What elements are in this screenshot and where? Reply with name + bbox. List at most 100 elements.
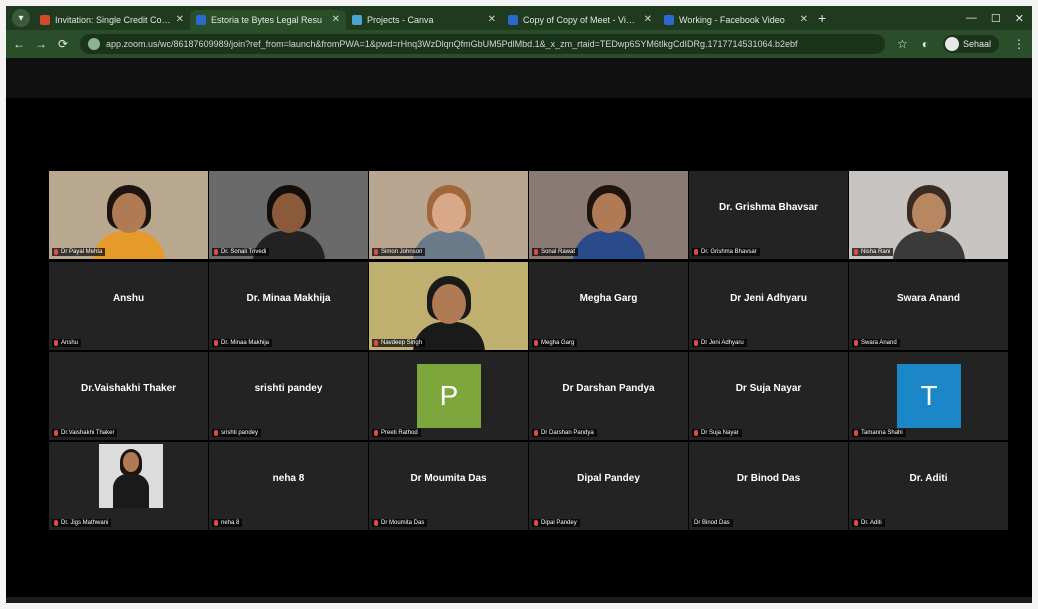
participant-name: Dr Jeni Adhyaru: [701, 340, 744, 346]
participant-tile[interactable]: Dr. Aditi Dr. Aditi: [849, 442, 1008, 530]
participant-name: Dr Payal Mehta: [61, 249, 103, 255]
muted-mic-icon: [694, 430, 698, 436]
participant-name-label: Dr. Jigs Mathwani: [52, 519, 112, 527]
participant-tile[interactable]: Dr Suja Nayar Dr Suja Nayar: [689, 352, 848, 440]
participant-name: Dr.Vaishakhi Thaker: [61, 430, 115, 436]
participant-tile[interactable]: Simon Johnson: [369, 171, 528, 259]
participant-name-label: Dr Suja Nayar: [692, 429, 742, 437]
tab-close-icon[interactable]: ✕: [332, 14, 340, 25]
participant-tile[interactable]: Dr Moumita Das Dr Moumita Das: [369, 442, 528, 530]
participant-name: srishti pandey: [221, 430, 259, 436]
muted-mic-icon: [54, 430, 58, 436]
tab-close-icon[interactable]: ✕: [644, 14, 652, 25]
participant-name-label: Dr. Minaa Makhija: [212, 339, 273, 347]
participant-tile[interactable]: Anshu Anshu: [49, 262, 208, 350]
participant-name-label: Dr Darshan Pandya: [532, 429, 597, 437]
tab-favicon-icon: [352, 14, 362, 25]
tab-title: Copy of Copy of Meet - Video: [523, 14, 640, 25]
participant-name-label: Dr Payal Mehta: [52, 248, 106, 256]
participant-display-name: Anshu: [112, 293, 145, 304]
tab-favicon-icon: [508, 14, 518, 25]
participant-tile[interactable]: Dr. Minaa Makhija Dr. Minaa Makhija: [209, 262, 368, 350]
browser-tab[interactable]: Invitation: Single Credit Cours ✕: [34, 10, 190, 30]
participant-display-name: Dr. Grishma Bhavsar: [719, 202, 818, 213]
tab-close-icon[interactable]: ✕: [800, 14, 808, 25]
site-info-icon[interactable]: [88, 38, 100, 50]
participant-tile[interactable]: Dipal Pandey Dipal Pandey: [529, 442, 688, 530]
participant-video: [209, 171, 368, 259]
menu-kebab-icon[interactable]: ⋮: [1013, 37, 1025, 51]
participant-display-name: Dr Suja Nayar: [735, 383, 802, 394]
avatar: T: [897, 364, 961, 428]
muted-mic-icon: [854, 520, 858, 526]
participant-tile[interactable]: srishti pandey srishti pandey: [209, 352, 368, 440]
muted-mic-icon: [374, 249, 378, 255]
participant-display-name: Dr. Minaa Makhija: [246, 293, 331, 304]
participant-name: Dr Moumita Das: [381, 520, 425, 526]
participant-tile[interactable]: Dr Binod Das Dr Binod Das: [689, 442, 848, 530]
browser-tab[interactable]: Working - Facebook Video ✕: [658, 10, 814, 30]
back-icon[interactable]: ←: [10, 37, 28, 51]
reload-icon[interactable]: ⟳: [54, 37, 72, 51]
participant-display-name: Dr Jeni Adhyaru: [730, 293, 807, 304]
participant-name: Dr. Minaa Makhija: [221, 340, 270, 346]
profile-button[interactable]: Sehaal: [943, 35, 1000, 53]
participant-name: Dr. Aditi: [861, 520, 882, 526]
address-bar[interactable]: app.zoom.us/wc/86187609989/join?ref_from…: [80, 34, 885, 54]
participant-tile[interactable]: Dr Payal Mehta: [49, 171, 208, 259]
participant-display-name: Swara Anand: [897, 293, 960, 304]
participant-tile[interactable]: Dr. Grishma Bhavsar Dr. Grishma Bhavsar: [689, 171, 848, 259]
participant-tile[interactable]: P Preeti Rathod: [369, 352, 528, 440]
tab-strip: ▾ Invitation: Single Credit Cours ✕ Estori…: [6, 6, 1032, 30]
participant-tile[interactable]: Dr Darshan Pandya Dr Darshan Pandya: [529, 352, 688, 440]
meeting-top-bar: [6, 58, 1032, 98]
participant-name-label: Dr.Vaishakhi Thaker: [52, 429, 118, 437]
participant-name: Dr Darshan Pandya: [541, 430, 594, 436]
muted-mic-icon: [214, 340, 218, 346]
participant-name: Dr Binod Das: [694, 520, 730, 526]
forward-icon[interactable]: →: [32, 37, 50, 51]
participant-tile[interactable]: Dr Jeni Adhyaru Dr Jeni Adhyaru: [689, 262, 848, 350]
browser-toolbar: ← → ⟳ app.zoom.us/wc/86187609989/join?re…: [6, 30, 1032, 58]
participant-name: Tamanna Shahi: [861, 430, 903, 436]
participant-name-label: Simon Johnson: [372, 248, 426, 256]
participant-video: [369, 262, 528, 350]
tab-favicon-icon: [40, 14, 50, 25]
participant-tile[interactable]: Sonal Rawat: [529, 171, 688, 259]
participant-name: Dipal Pandey: [541, 520, 577, 526]
participant-video: [369, 171, 528, 259]
tab-search-icon[interactable]: ▾: [12, 9, 30, 27]
browser-tab[interactable]: Estoria te Bytes Legal Resu ✕: [190, 9, 346, 30]
participant-tile[interactable]: Swara Anand Swara Anand: [849, 262, 1008, 350]
participant-name: neha 8: [221, 520, 240, 526]
participant-name-label: Megha Garg: [532, 339, 578, 347]
participant-tile[interactable]: T Tamanna Shahi: [849, 352, 1008, 440]
participant-display-name: Megha Garg: [579, 293, 638, 304]
tab-title: Projects - Canva: [367, 14, 434, 25]
participant-name-label: Dipal Pandey: [532, 519, 580, 527]
participant-tile[interactable]: Nisha Rani: [849, 171, 1008, 259]
participant-display-name: Dr. Aditi: [909, 473, 948, 484]
participant-tile[interactable]: Megha Garg Megha Garg: [529, 262, 688, 350]
participant-tile[interactable]: neha 8 neha 8: [209, 442, 368, 530]
extensions-icon[interactable]: ◐: [922, 37, 929, 51]
browser-tab[interactable]: Copy of Copy of Meet - Video ✕: [502, 10, 658, 30]
participant-tile[interactable]: Navdeep Singh: [369, 262, 528, 350]
tab-close-icon[interactable]: ✕: [176, 14, 184, 25]
participant-tile[interactable]: Dr.Vaishakhi Thaker Dr.Vaishakhi Thaker: [49, 352, 208, 440]
new-tab-button[interactable]: +: [818, 10, 826, 26]
minimize-icon[interactable]: —: [966, 12, 977, 25]
participant-tile[interactable]: Dr. Sonali Trivedi: [209, 171, 368, 259]
close-window-icon[interactable]: ✕: [1015, 12, 1024, 25]
maximize-icon[interactable]: ☐: [991, 12, 1001, 25]
browser-window: ▾ Invitation: Single Credit Cours ✕ Estori…: [6, 6, 1032, 603]
browser-tab[interactable]: Projects - Canva ✕: [346, 10, 502, 30]
meeting-gallery-view: Dr Payal Mehta Dr. Sonali Trivedi Simon Jo…: [6, 58, 1032, 603]
participant-name-label: Swara Anand: [852, 339, 900, 347]
participant-name-label: Tamanna Shahi: [852, 429, 906, 437]
muted-mic-icon: [214, 520, 218, 526]
participant-tile[interactable]: Dr. Jigs Mathwani: [49, 442, 208, 530]
bookmark-star-icon[interactable]: ☆: [897, 37, 908, 51]
tab-close-icon[interactable]: ✕: [488, 14, 496, 25]
participant-name-label: Dr Moumita Das: [372, 519, 428, 527]
